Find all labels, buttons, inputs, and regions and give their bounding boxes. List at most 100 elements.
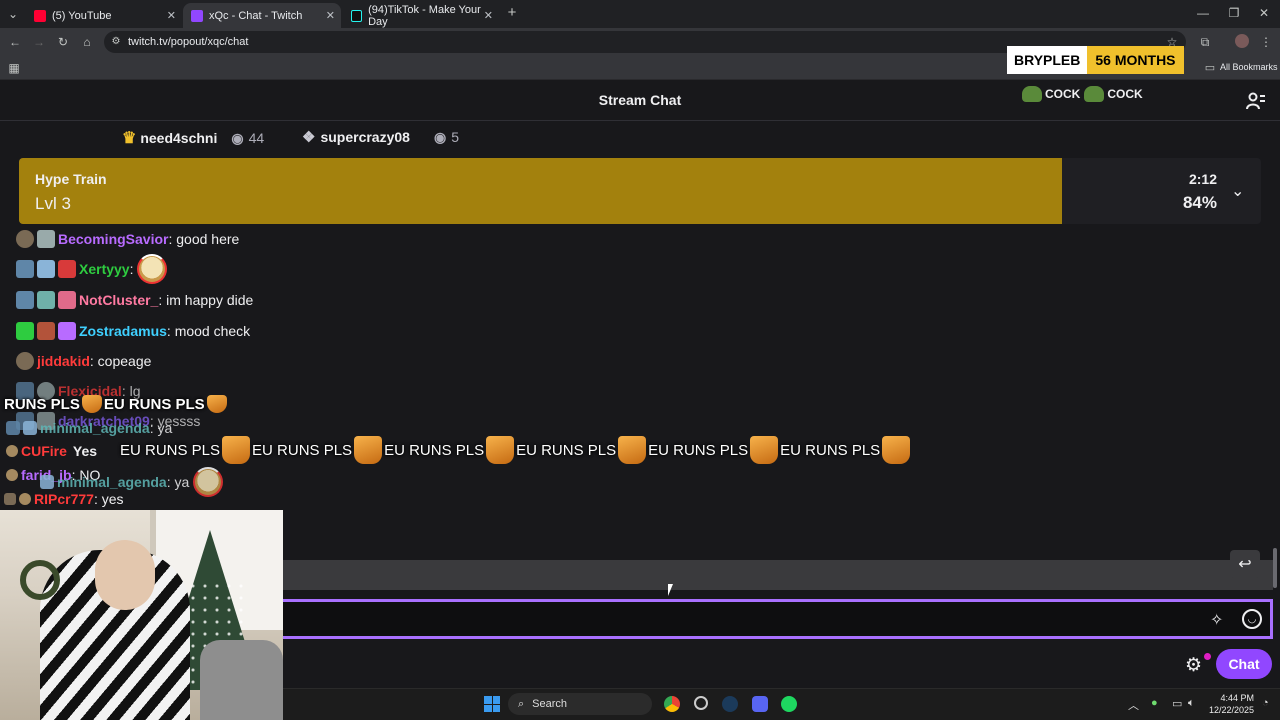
tray-chevron-icon[interactable]: ︿ bbox=[1128, 697, 1139, 713]
discord-taskbar-icon[interactable] bbox=[752, 696, 768, 712]
spotify-taskbar-icon[interactable] bbox=[781, 696, 797, 712]
taskbar-date: 12/22/2025 bbox=[1208, 705, 1254, 715]
crown-icon: ♛ bbox=[122, 130, 137, 147]
tab-label: (5) YouTube bbox=[52, 9, 112, 22]
close-tab-icon[interactable]: ✕ bbox=[167, 9, 176, 22]
chat-input[interactable] bbox=[283, 599, 1273, 639]
badge-icon bbox=[58, 291, 76, 309]
chat-text: : copeage bbox=[89, 353, 152, 369]
wreath bbox=[20, 560, 60, 600]
app-taskbar-icon[interactable] bbox=[694, 696, 708, 710]
badge-icon bbox=[6, 421, 20, 435]
chat-text: : im happy dide bbox=[158, 292, 254, 308]
tab-tiktok[interactable]: (94)TikTok - Make Your Day ✕ bbox=[343, 3, 499, 28]
chat-username[interactable]: NotCluster_ bbox=[79, 292, 158, 308]
tab-youtube[interactable]: (5) YouTube ✕ bbox=[26, 3, 182, 28]
extensions-icon[interactable]: ⧉ bbox=[1198, 35, 1212, 49]
chat-username[interactable]: BecomingSavior bbox=[58, 231, 168, 247]
scrollback-bar bbox=[283, 560, 1273, 590]
badge-icon bbox=[58, 322, 76, 340]
scroll-to-bottom-button[interactable]: ↩ bbox=[1230, 550, 1260, 578]
chrome-taskbar-icon[interactable] bbox=[664, 696, 680, 712]
emote-picker-icon[interactable]: ◡ bbox=[1242, 609, 1262, 629]
search-icon: ⌕ bbox=[518, 697, 525, 710]
twitch-icon bbox=[191, 9, 203, 22]
top-viewer-1[interactable]: ♛ need4schni ◉ 44 bbox=[122, 128, 264, 148]
party-popper-icon[interactable]: ✧ bbox=[1210, 610, 1223, 630]
streamer-head bbox=[95, 540, 155, 610]
eye-icon: ◉ bbox=[231, 129, 244, 146]
top-viewer-count: 44 bbox=[248, 130, 265, 146]
overlay-text: EU RUNS PLS bbox=[780, 441, 881, 459]
apps-grid-icon[interactable]: ▦ bbox=[7, 61, 21, 75]
volume-icon[interactable]: 🔈︎ bbox=[1188, 697, 1195, 710]
chat-send-button[interactable]: Chat bbox=[1216, 649, 1272, 679]
chat-scrollbar[interactable] bbox=[1273, 548, 1277, 588]
top-viewer-name: need4schni bbox=[140, 130, 218, 146]
hype-train-progress bbox=[19, 158, 1063, 224]
profile-avatar[interactable] bbox=[1235, 34, 1249, 48]
start-button[interactable] bbox=[484, 696, 500, 712]
emote-text: COCK bbox=[1045, 87, 1081, 101]
taskbar-clock[interactable]: 4:44 PM 12/22/2025 bbox=[1208, 692, 1254, 716]
community-icon[interactable] bbox=[1246, 92, 1266, 110]
sub-months-badge: BRYPLEB 56 MONTHS bbox=[1007, 46, 1184, 74]
chat-text: : good here bbox=[168, 231, 240, 247]
hype-train-banner[interactable]: Hype Train Lvl 3 2:12 84% ⌄ bbox=[19, 158, 1261, 224]
close-tab-icon[interactable]: ✕ bbox=[326, 9, 335, 22]
notification-bell-icon[interactable]: ◔ bbox=[1262, 697, 1269, 709]
network-icon[interactable]: ▭ bbox=[1172, 697, 1182, 710]
minimize-icon[interactable]: — bbox=[1196, 6, 1210, 20]
forward-icon[interactable]: → bbox=[32, 35, 46, 49]
back-icon[interactable]: ← bbox=[8, 35, 22, 49]
badge-icon bbox=[37, 291, 55, 309]
tiktok-icon bbox=[351, 9, 363, 22]
microphone-icon[interactable]: ● bbox=[1151, 697, 1158, 709]
chair bbox=[200, 640, 283, 720]
notification-dot bbox=[1204, 653, 1211, 660]
tab-twitch-chat[interactable]: xQc - Chat - Twitch ✕ bbox=[183, 3, 341, 28]
cup-emote-icon bbox=[81, 395, 102, 413]
frog-emote-icon bbox=[1084, 86, 1105, 102]
badge-icon bbox=[6, 469, 18, 481]
top-viewer-count: 5 bbox=[451, 129, 459, 145]
chat-username[interactable]: minimal_agenda bbox=[40, 420, 150, 436]
badge-icon bbox=[58, 260, 76, 278]
chat-username[interactable]: RIPcr777 bbox=[34, 491, 94, 507]
chat-username[interactable]: CUFire bbox=[21, 443, 67, 459]
overlay-text: EU RUNS PLS bbox=[103, 395, 205, 413]
overlay-text: EU RUNS PLS bbox=[120, 441, 221, 459]
chat-username[interactable]: Xertyyy bbox=[79, 261, 130, 277]
top-viewer-2[interactable]: ❖ supercrazy08 ◉ 5 bbox=[302, 128, 459, 147]
cup-emote-icon bbox=[618, 436, 647, 464]
settings-gear-icon[interactable]: ⚙ bbox=[1185, 654, 1202, 677]
taskbar-search[interactable]: ⌕ Search bbox=[508, 693, 652, 715]
badge-icon bbox=[16, 230, 34, 248]
badge-icon bbox=[16, 260, 34, 278]
close-tab-icon[interactable]: ✕ bbox=[484, 9, 493, 22]
menu-icon[interactable]: ⋮ bbox=[1260, 35, 1272, 49]
restore-icon[interactable]: ❐ bbox=[1227, 6, 1241, 20]
reload-icon[interactable]: ↻ bbox=[56, 35, 70, 49]
chat-username[interactable]: Zostradamus bbox=[79, 323, 167, 339]
overlay-text: RUNS PLS bbox=[4, 395, 80, 413]
chat-text: : yes bbox=[93, 491, 124, 507]
sub-badge-months: 56 MONTHS bbox=[1087, 46, 1184, 74]
steam-taskbar-icon[interactable] bbox=[722, 696, 738, 712]
home-icon[interactable]: ⌂ bbox=[80, 35, 94, 49]
folder-icon: ▭ bbox=[1204, 62, 1216, 74]
cup-emote-icon bbox=[486, 436, 515, 464]
badge-icon bbox=[4, 493, 16, 505]
new-tab-icon[interactable]: + bbox=[505, 5, 519, 20]
emote-icon bbox=[137, 254, 168, 284]
badge-icon bbox=[37, 260, 55, 278]
chat-username[interactable]: jiddakid bbox=[37, 353, 90, 369]
tab-search-icon[interactable]: ⌄ bbox=[6, 7, 20, 21]
all-bookmarks-link[interactable]: All Bookmarks bbox=[1220, 62, 1278, 72]
overlay-spam-line-2: EU RUNS PLS EU RUNS PLS EU RUNS PLS EU R… bbox=[120, 436, 912, 464]
site-info-icon[interactable]: ⚙ bbox=[110, 35, 122, 49]
overlay-text: EU RUNS PLS bbox=[516, 441, 617, 459]
badge-icon bbox=[16, 291, 34, 309]
chevron-down-icon[interactable]: ⌄ bbox=[1231, 181, 1244, 201]
close-window-icon[interactable]: ✕ bbox=[1257, 6, 1271, 20]
